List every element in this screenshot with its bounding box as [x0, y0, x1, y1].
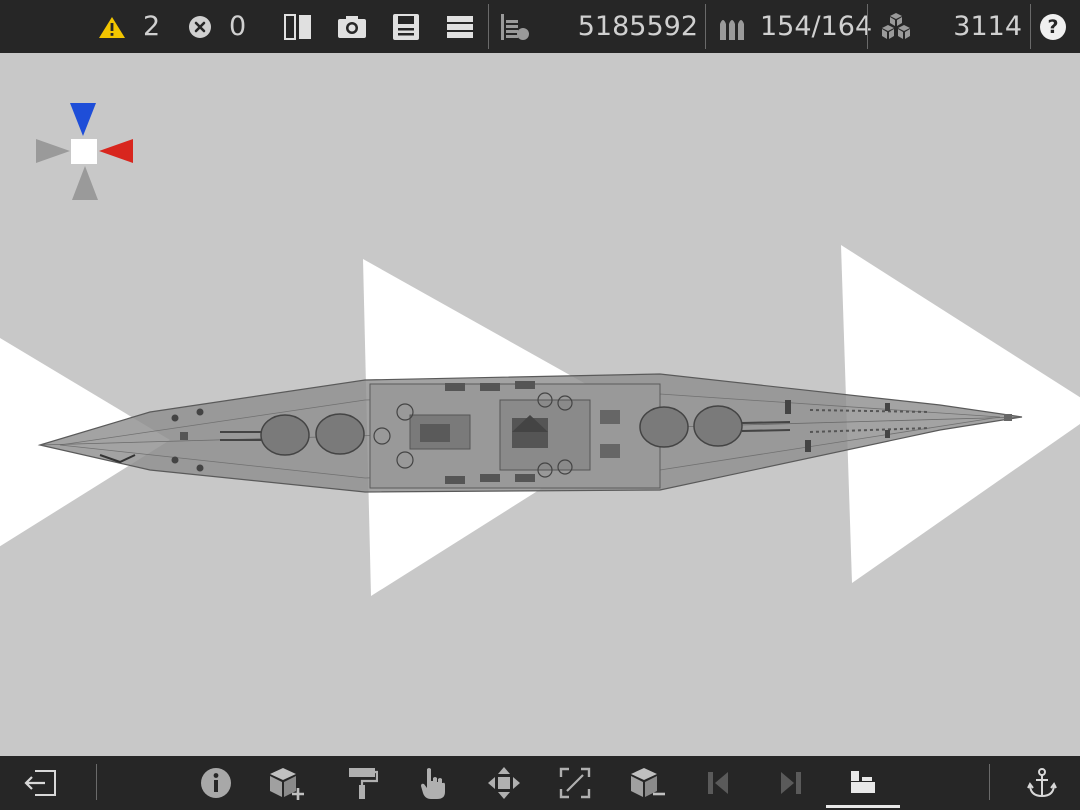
- help-icon: ?: [1040, 13, 1066, 40]
- ammo-indicator: 154/164: [718, 0, 872, 53]
- add-part-icon: [270, 768, 304, 800]
- info-button[interactable]: [195, 756, 237, 810]
- help-label: ?: [1047, 15, 1059, 38]
- save-icon: [393, 13, 419, 40]
- errors-indicator[interactable]: 0: [188, 0, 246, 53]
- weight-icon: [501, 13, 529, 40]
- compass-gizmo: [36, 103, 133, 200]
- compass-arrow-blue: [70, 103, 96, 136]
- ammo-icon: [720, 19, 744, 40]
- warnings-indicator[interactable]: 2: [98, 0, 160, 53]
- compass-center: [71, 139, 97, 164]
- resize-icon: [559, 767, 591, 799]
- warning-icon: [99, 16, 125, 38]
- screenshot-button[interactable]: [337, 0, 367, 53]
- weight-indicator: [499, 0, 531, 53]
- compass-arrow-red: [99, 139, 133, 163]
- compass-arrow-left: [36, 139, 70, 163]
- hand-pointer-icon: [421, 768, 445, 799]
- menu-icon: [447, 15, 473, 38]
- parts-value: 3114: [953, 11, 1022, 42]
- bottom-toolbar: [0, 756, 1080, 810]
- save-button[interactable]: [392, 0, 420, 53]
- select-tool-button[interactable]: [412, 756, 454, 810]
- paint-roller-icon: [349, 768, 378, 799]
- exit-button[interactable]: [18, 756, 62, 810]
- previous-button[interactable]: [698, 756, 740, 810]
- error-icon: [189, 15, 211, 38]
- next-icon: [781, 772, 801, 794]
- remove-part-icon: [631, 768, 665, 797]
- toolbar-separator: [488, 4, 489, 49]
- ship-view-icon: [851, 771, 875, 793]
- move-icon: [488, 767, 520, 799]
- paint-button[interactable]: [341, 756, 383, 810]
- parts-indicator: [880, 0, 912, 53]
- anchor-icon: [1027, 768, 1057, 798]
- anchor-button[interactable]: [1021, 756, 1063, 810]
- exit-icon: [24, 770, 56, 796]
- add-part-button[interactable]: [266, 756, 308, 810]
- next-button[interactable]: [769, 756, 811, 810]
- previous-icon: [708, 772, 728, 794]
- camera-icon: [338, 15, 366, 38]
- score-value: 5185592: [577, 11, 698, 42]
- ammo-value: 154/164: [760, 11, 873, 42]
- top-toolbar: 2 0 5185592 154/164 3114 ?: [0, 0, 1080, 53]
- move-tool-button[interactable]: [483, 756, 525, 810]
- bottom-toolbar-separator: [989, 764, 990, 800]
- errors-count: 0: [229, 11, 247, 42]
- parts-icon: [882, 12, 910, 39]
- remove-part-button[interactable]: [627, 756, 669, 810]
- parts-display: 3114: [930, 0, 1022, 53]
- toolbar-separator: [1030, 4, 1031, 49]
- editor-viewport[interactable]: [0, 53, 1080, 756]
- ship-view-button[interactable]: [842, 756, 884, 810]
- resize-tool-button[interactable]: [554, 756, 596, 810]
- warnings-count: 2: [143, 11, 161, 42]
- score-display: 5185592: [560, 0, 698, 53]
- mirror-icon: [284, 13, 311, 40]
- menu-button[interactable]: [446, 0, 474, 53]
- toolbar-separator: [867, 4, 868, 49]
- help-button[interactable]: ?: [1040, 0, 1066, 53]
- toolbar-separator: [705, 4, 706, 49]
- bottom-toolbar-separator: [96, 764, 97, 800]
- active-tool-indicator: [826, 805, 900, 808]
- info-icon: [201, 768, 231, 798]
- compass-arrow-down: [72, 166, 98, 200]
- mirror-button[interactable]: [283, 0, 313, 53]
